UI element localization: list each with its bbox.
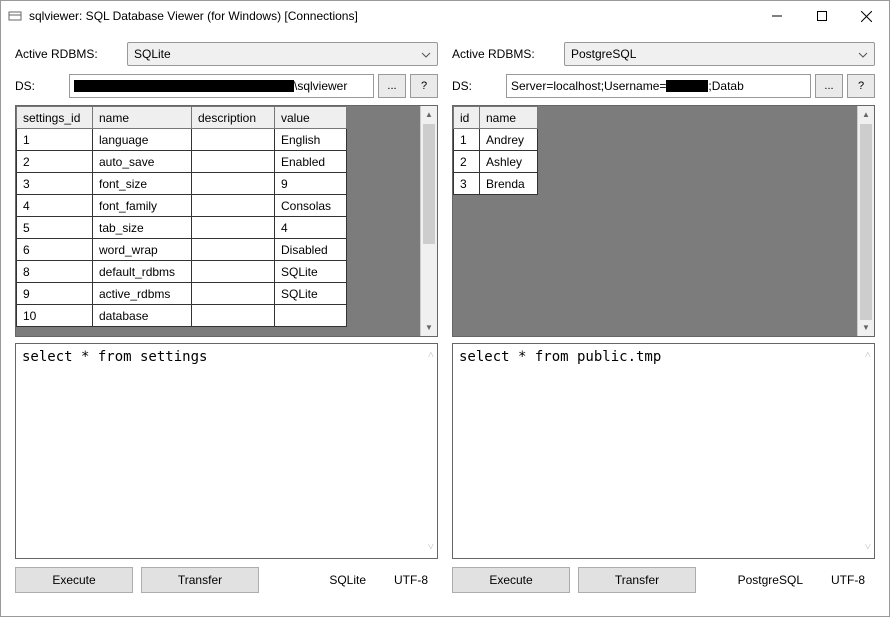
left-rdbms-label: Active RDBMS: xyxy=(15,47,127,61)
table-row[interactable]: 2Ashley xyxy=(454,151,538,173)
app-icon xyxy=(7,8,23,24)
left-grid: settings_id name description value 1lang… xyxy=(15,105,438,337)
left-pane: Active RDBMS: SQLite DS: \sqlviewer ... … xyxy=(15,41,438,610)
right-sql-editor[interactable]: ˄ select * from public.tmp ˅ xyxy=(452,343,875,559)
left-ds-suffix: \sqlviewer xyxy=(294,79,347,93)
table-row[interactable]: 1languageEnglish xyxy=(17,129,347,151)
scroll-thumb[interactable] xyxy=(860,124,872,320)
left-help-button[interactable]: ? xyxy=(410,74,438,98)
right-transfer-button[interactable]: Transfer xyxy=(578,567,696,593)
right-execute-button[interactable]: Execute xyxy=(452,567,570,593)
table-header[interactable]: value xyxy=(275,107,347,129)
scroll-down-icon[interactable]: ˅ xyxy=(865,538,871,556)
left-execute-button[interactable]: Execute xyxy=(15,567,133,593)
left-status-encoding: UTF-8 xyxy=(384,573,438,587)
right-rdbms-value: PostgreSQL xyxy=(571,47,636,61)
content: Active RDBMS: SQLite DS: \sqlviewer ... … xyxy=(1,31,889,616)
right-scrollbar[interactable]: ▲ ▼ xyxy=(857,106,874,336)
right-sql-text: select * from public.tmp xyxy=(459,349,661,365)
table-row[interactable]: 3font_size9 xyxy=(17,173,347,195)
table-row[interactable]: 2auto_saveEnabled xyxy=(17,151,347,173)
table-row[interactable]: 1Andrey xyxy=(454,129,538,151)
table-header[interactable]: settings_id xyxy=(17,107,93,129)
right-ds-input[interactable]: Server=localhost;Username= ;Datab xyxy=(506,74,811,98)
table-header[interactable]: name xyxy=(93,107,192,129)
right-rdbms-label: Active RDBMS: xyxy=(452,47,564,61)
table-row[interactable]: 8default_rdbmsSQLite xyxy=(17,261,347,283)
left-sql-editor[interactable]: ˄ select * from settings ˅ xyxy=(15,343,438,559)
scroll-down-icon[interactable]: ˅ xyxy=(428,538,434,556)
table-row[interactable]: 4font_familyConsolas xyxy=(17,195,347,217)
window-title: sqlviewer: SQL Database Viewer (for Wind… xyxy=(29,9,754,23)
scroll-thumb[interactable] xyxy=(423,124,435,244)
right-status-rdbms: PostgreSQL xyxy=(728,573,813,587)
right-bottombar: Execute Transfer PostgreSQL UTF-8 xyxy=(452,565,875,595)
scroll-down-icon[interactable]: ▼ xyxy=(858,319,874,336)
chevron-down-icon xyxy=(858,47,868,61)
right-help-button[interactable]: ? xyxy=(847,74,875,98)
left-rdbms-combo[interactable]: SQLite xyxy=(127,42,438,66)
scroll-up-icon[interactable]: ˄ xyxy=(428,346,434,364)
left-table: settings_id name description value 1lang… xyxy=(16,106,347,327)
close-button[interactable] xyxy=(844,1,889,31)
titlebar: sqlviewer: SQL Database Viewer (for Wind… xyxy=(1,1,889,31)
scroll-up-icon[interactable]: ▲ xyxy=(421,106,437,123)
maximize-button[interactable] xyxy=(799,1,844,31)
right-status-encoding: UTF-8 xyxy=(821,573,875,587)
left-ds-label: DS: xyxy=(15,79,69,93)
table-row[interactable]: 3Brenda xyxy=(454,173,538,195)
scroll-up-icon[interactable]: ˄ xyxy=(865,346,871,364)
left-sql-text: select * from settings xyxy=(22,349,207,365)
left-browse-button[interactable]: ... xyxy=(378,74,406,98)
left-ds-input[interactable]: \sqlviewer xyxy=(69,74,374,98)
minimize-button[interactable] xyxy=(754,1,799,31)
table-row[interactable]: 9active_rdbmsSQLite xyxy=(17,283,347,305)
right-browse-button[interactable]: ... xyxy=(815,74,843,98)
left-rdbms-value: SQLite xyxy=(134,47,171,61)
right-ds-row: DS: Server=localhost;Username= ;Datab ...… xyxy=(452,73,875,99)
right-rdbms-combo[interactable]: PostgreSQL xyxy=(564,42,875,66)
left-bottombar: Execute Transfer SQLite UTF-8 xyxy=(15,565,438,595)
scroll-down-icon[interactable]: ▼ xyxy=(421,319,437,336)
table-row[interactable]: 6word_wrapDisabled xyxy=(17,239,347,261)
left-transfer-button[interactable]: Transfer xyxy=(141,567,259,593)
left-ds-row: DS: \sqlviewer ... ? xyxy=(15,73,438,99)
right-ds-prefix: Server=localhost;Username= xyxy=(511,79,666,93)
table-header[interactable]: id xyxy=(454,107,480,129)
right-rdbms-row: Active RDBMS: PostgreSQL xyxy=(452,41,875,67)
chevron-down-icon xyxy=(421,47,431,61)
left-rdbms-row: Active RDBMS: SQLite xyxy=(15,41,438,67)
right-ds-label: DS: xyxy=(452,79,506,93)
table-row[interactable]: 10database xyxy=(17,305,347,327)
left-grid-body[interactable]: settings_id name description value 1lang… xyxy=(16,106,420,336)
left-status-rdbms: SQLite xyxy=(319,573,376,587)
scroll-up-icon[interactable]: ▲ xyxy=(858,106,874,123)
right-grid-body[interactable]: id name 1Andrey 2Ashley 3Brenda xyxy=(453,106,857,336)
right-grid: id name 1Andrey 2Ashley 3Brenda ▲ ▼ xyxy=(452,105,875,337)
right-pane: Active RDBMS: PostgreSQL DS: Server=loca… xyxy=(452,41,875,610)
left-scrollbar[interactable]: ▲ ▼ xyxy=(420,106,437,336)
table-header[interactable]: description xyxy=(192,107,275,129)
right-table: id name 1Andrey 2Ashley 3Brenda xyxy=(453,106,538,195)
table-row[interactable]: 5tab_size4 xyxy=(17,217,347,239)
right-ds-suffix: ;Datab xyxy=(708,79,743,93)
redacted-text xyxy=(74,80,294,92)
redacted-text xyxy=(666,80,708,92)
table-header[interactable]: name xyxy=(480,107,538,129)
